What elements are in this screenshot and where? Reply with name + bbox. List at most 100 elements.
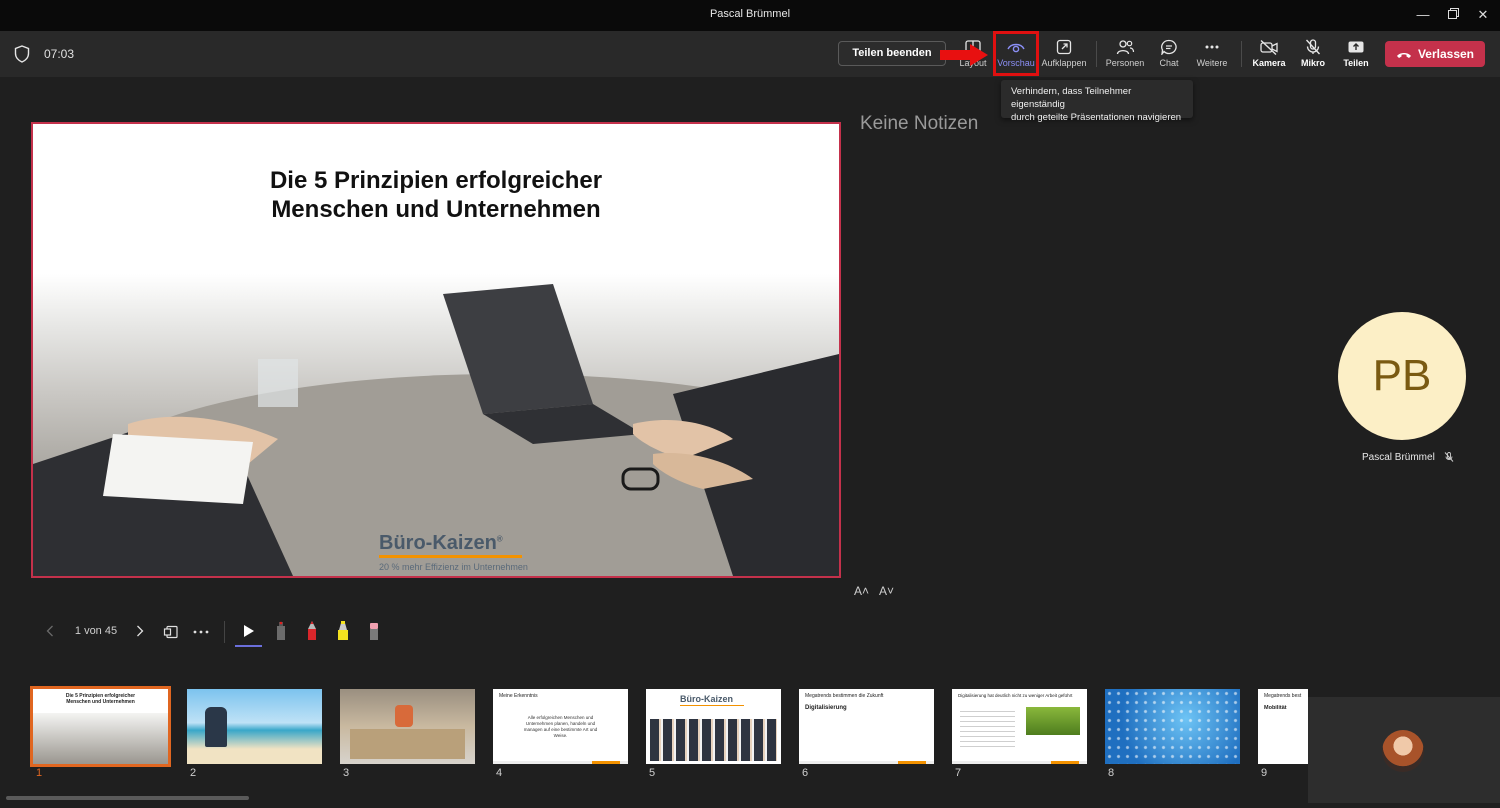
highlighter-tool-button[interactable] xyxy=(332,618,354,646)
current-slide[interactable]: Die 5 Prinzipien erfolgreicher Menschen … xyxy=(31,122,841,578)
laser-pointer-icon xyxy=(277,621,285,640)
horizontal-scrollbar[interactable] xyxy=(6,796,249,800)
camera-off-icon xyxy=(1260,39,1278,55)
hangup-icon xyxy=(1396,52,1411,58)
popout-label: Aufklappen xyxy=(1041,58,1087,68)
eraser-tool-button[interactable] xyxy=(363,618,385,646)
popout-icon xyxy=(1056,39,1072,55)
people-label: Personen xyxy=(1105,58,1145,68)
mic-label: Mikro xyxy=(1300,58,1325,68)
thumbnail-slide-5[interactable]: Büro-Kaizen xyxy=(646,689,781,764)
window-title: Pascal Brümmel xyxy=(709,8,791,20)
preview-tooltip: Verhindern, dass Teilnehmer eigenständig… xyxy=(1001,80,1193,123)
thumbnail-slide-7[interactable]: Digitalisierung hat deutlich nicht zu we… xyxy=(952,689,1087,764)
pen-tool-button[interactable] xyxy=(301,618,323,646)
self-video-tile[interactable] xyxy=(1308,697,1500,803)
thumbnail-number: 1 xyxy=(36,767,43,779)
tooltip-line-2: durch geteilte Präsentationen navigieren xyxy=(1011,112,1182,123)
close-icon[interactable]: ✕ xyxy=(1472,4,1494,26)
thumbnail-number: 9 xyxy=(1261,767,1268,779)
thumbnail-slide-4[interactable]: Meine Erkenntnis Alle erfolgreichen Mens… xyxy=(493,689,628,764)
leave-label: Verlassen xyxy=(1417,47,1475,61)
thumbnail-number: 5 xyxy=(649,767,656,779)
share-button[interactable]: Teilen xyxy=(1332,37,1380,73)
thumbnail-number: 4 xyxy=(496,767,503,779)
thumbnail-slide-2[interactable] xyxy=(187,689,322,764)
participant-name-text: Pascal Brümmel xyxy=(1362,452,1435,463)
slide-title-line-1: Die 5 Prinzipien erfolgreicher xyxy=(269,167,603,194)
chat-label: Chat xyxy=(1159,58,1179,68)
meeting-toolbar: 07:03 Teilen beenden Layout Vorschau Auf… xyxy=(0,31,1500,77)
font-decrease-button[interactable]: A˅ xyxy=(879,584,894,598)
more-options-button[interactable] xyxy=(190,618,212,646)
thumbnail-slide-8[interactable] xyxy=(1105,689,1240,764)
more-label: Weitere xyxy=(1196,58,1228,68)
thumbnail-slide-1[interactable]: Die 5 Prinzipien erfolgreicher Menschen u… xyxy=(30,686,171,767)
eraser-icon xyxy=(370,623,378,640)
slide-photo xyxy=(33,274,839,576)
thumbnail-number: 8 xyxy=(1108,767,1115,779)
red-arrow-annotation xyxy=(940,44,988,66)
popout-button[interactable]: Aufklappen xyxy=(1040,37,1088,73)
presentation-controls: 1 von 45 xyxy=(40,618,400,648)
avatar xyxy=(1382,730,1424,772)
notes-empty-text: Keine Notizen xyxy=(860,113,979,134)
tooltip-line-1: Verhindern, dass Teilnehmer eigenständig xyxy=(1011,86,1132,110)
pointer-tool-button[interactable] xyxy=(238,618,260,646)
more-button[interactable]: Weitere xyxy=(1188,37,1236,73)
brand-underline xyxy=(379,555,522,558)
previous-slide-button[interactable] xyxy=(40,618,60,646)
slide-thumbnail-strip: Die 5 Prinzipien erfolgreicher Menschen u… xyxy=(30,686,1308,781)
thumbnail-number: 2 xyxy=(190,767,197,779)
page-indicator: 1 von 45 xyxy=(74,625,118,637)
thumbnail-slide-3[interactable] xyxy=(340,689,475,764)
toolbar-divider xyxy=(1241,41,1242,67)
people-icon xyxy=(1116,40,1135,55)
share-label: Teilen xyxy=(1343,58,1369,68)
share-icon xyxy=(1348,41,1364,53)
chevron-right-icon xyxy=(137,625,144,637)
more-icon xyxy=(193,630,209,634)
slide-grid-button[interactable] xyxy=(160,618,182,646)
thumbnail-slide-9[interactable]: Megatrends best Mobilität xyxy=(1258,689,1308,764)
mic-button[interactable]: Mikro xyxy=(1289,37,1337,73)
toolbar-divider xyxy=(1096,41,1097,67)
camera-label: Kamera xyxy=(1252,58,1286,68)
pen-icon xyxy=(308,621,316,640)
meeting-timer: 07:03 xyxy=(44,47,75,61)
meeting-table-illustration xyxy=(33,284,839,576)
slides-overview-icon xyxy=(163,625,178,639)
active-tool-indicator xyxy=(235,645,262,647)
more-icon xyxy=(1205,45,1219,49)
thumbnail-number: 3 xyxy=(343,767,350,779)
thumbnail-number: 7 xyxy=(955,767,962,779)
laser-pen-button[interactable] xyxy=(270,618,292,646)
next-slide-button[interactable] xyxy=(130,618,150,646)
minimize-icon[interactable]: — xyxy=(1412,4,1434,26)
mic-muted-icon xyxy=(1444,452,1453,463)
camera-button[interactable]: Kamera xyxy=(1245,37,1293,73)
thumbnail-number: 6 xyxy=(802,767,809,779)
chat-button[interactable]: Chat xyxy=(1145,37,1193,73)
mic-off-icon xyxy=(1305,39,1321,55)
shield-icon[interactable] xyxy=(14,45,30,63)
pointer-icon xyxy=(244,625,254,637)
slide-brand-logo: Büro-Kaizen® xyxy=(379,532,503,554)
stop-sharing-button[interactable]: Teilen beenden xyxy=(838,41,946,66)
restore-icon[interactable] xyxy=(1442,4,1464,26)
preview-highlight-box xyxy=(993,31,1039,76)
avatar: PB xyxy=(1338,312,1466,440)
slide-title: Die 5 Prinzipien erfolgreicher Menschen … xyxy=(33,166,839,224)
font-increase-button[interactable]: A˄ xyxy=(854,584,869,598)
highlighter-icon xyxy=(338,621,348,640)
tools-divider xyxy=(224,621,225,643)
chevron-left-icon xyxy=(46,625,53,637)
slide-title-line-2: Menschen und Unternehmen xyxy=(271,196,601,223)
participant-name: Pascal Brümmel xyxy=(1362,452,1454,463)
slide-brand-tagline: 20 % mehr Effizienz im Unternehmen xyxy=(379,562,528,572)
leave-button[interactable]: Verlassen xyxy=(1385,41,1485,67)
thumbnail-slide-6[interactable]: Megatrends bestimmen die Zukunft Digital… xyxy=(799,689,934,764)
title-bar: Pascal Brümmel — ✕ xyxy=(0,0,1500,31)
people-button[interactable]: Personen xyxy=(1101,37,1149,73)
chat-icon xyxy=(1161,39,1177,55)
